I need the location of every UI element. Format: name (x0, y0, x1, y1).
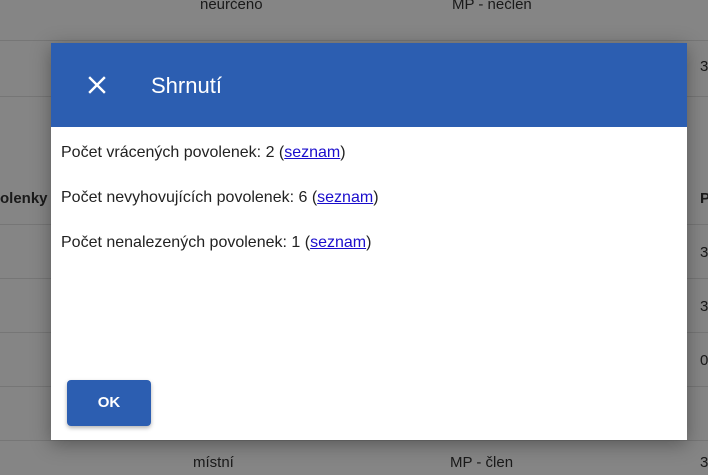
noncompliant-permits-text: Počet nevyhovujících povolenek: 6 ( (61, 189, 318, 206)
returned-permits-line: Počet vrácených povolenek: 2 (seznam) (61, 143, 346, 163)
returned-permits-list-link[interactable]: seznam (284, 144, 340, 161)
not-found-permits-list-link[interactable]: seznam (310, 234, 366, 251)
noncompliant-permits-line: Počet nevyhovujících povolenek: 6 (sezna… (61, 188, 379, 208)
noncompliant-permits-suffix: ) (373, 189, 379, 206)
not-found-permits-text: Počet nenalezených povolenek: 1 ( (61, 234, 311, 251)
not-found-permits-suffix: ) (366, 234, 372, 251)
summary-dialog: Shrnutí Počet vrácených povolenek: 2 (se… (51, 43, 687, 440)
not-found-permits-line: Počet nenalezených povolenek: 1 (seznam) (61, 233, 371, 253)
dialog-title: Shrnutí (151, 73, 222, 98)
dialog-header: Shrnutí (51, 43, 687, 127)
returned-permits-text: Počet vrácených povolenek: 2 ( (61, 144, 285, 161)
returned-permits-suffix: ) (340, 144, 346, 161)
page: neurčeno MP - nečlen 3 olenky P 3 3 0 mí… (0, 0, 708, 475)
ok-button[interactable]: OK (67, 380, 151, 426)
close-icon[interactable] (87, 75, 107, 95)
noncompliant-permits-list-link[interactable]: seznam (317, 189, 373, 206)
